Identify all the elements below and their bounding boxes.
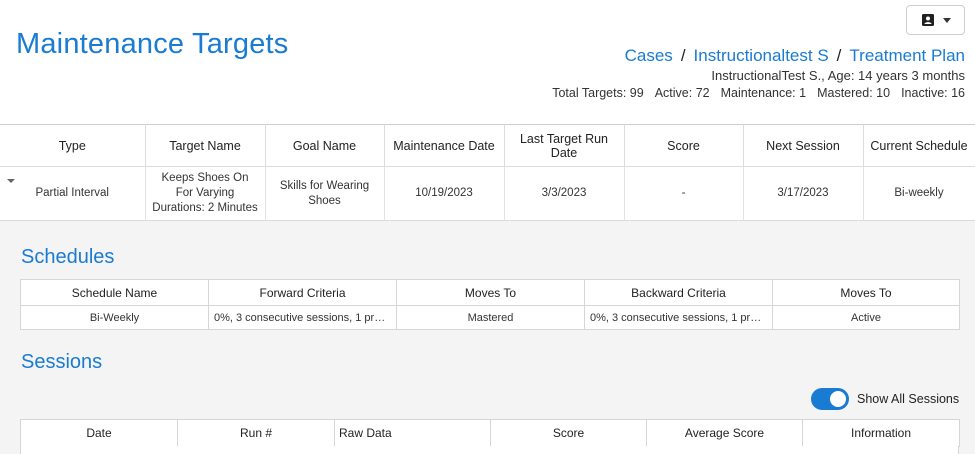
breadcrumb-separator: / [836, 46, 842, 65]
breadcrumb-treatment-plan[interactable]: Treatment Plan [849, 46, 965, 65]
column-header-average-score[interactable]: Average Score [646, 419, 803, 447]
cell-next-session: 3/17/2023 [742, 166, 864, 221]
breadcrumb-separator: / [680, 46, 686, 65]
cell-schedule-name: Bi-Weekly [20, 305, 209, 330]
schedules-table: Schedule Name Forward Criteria Moves To … [20, 279, 960, 330]
cell-target-name: Keeps Shoes On For Varying Durations: 2 … [144, 166, 266, 221]
column-header-score[interactable]: Score [490, 419, 647, 447]
sessions-title: Sessions [21, 351, 103, 373]
cell-forward-moves-to: Mastered [396, 305, 585, 330]
column-header-score[interactable]: Score [623, 124, 744, 167]
column-header-current-schedule[interactable]: Current Schedule [862, 124, 975, 167]
maintenance-targets-table: Type Target Name Goal Name Maintenance D… [0, 124, 975, 221]
stat-maintenance: Maintenance: 1 [720, 86, 807, 100]
breadcrumb-cases[interactable]: Cases [625, 46, 673, 65]
stat-inactive: Inactive: 16 [901, 86, 965, 100]
schedules-title: Schedules [21, 246, 115, 268]
cell-current-schedule: Bi-weekly [862, 166, 975, 221]
id-badge-icon [921, 14, 934, 26]
cell-backward-moves-to: Active [772, 305, 960, 330]
cell-score: - [623, 166, 744, 221]
sessions-table-body [20, 446, 959, 454]
column-header-maintenance-date[interactable]: Maintenance Date [383, 124, 505, 167]
show-all-sessions-toggle[interactable]: Show All Sessions [811, 388, 959, 410]
stat-active: Active: 72 [654, 86, 710, 100]
column-header-backward-criteria: Backward Criteria [584, 279, 773, 306]
breadcrumb-case-name[interactable]: Instructionaltest S [694, 46, 829, 65]
user-menu-button[interactable] [906, 5, 965, 35]
patient-info: InstructionalTest S., Age: 14 years 3 mo… [711, 68, 965, 83]
column-header-last-run-date[interactable]: Last Target Run Date [503, 124, 625, 167]
column-header-schedule-name: Schedule Name [20, 279, 209, 306]
table-row[interactable]: Partial Interval Keeps Shoes On For Vary… [0, 166, 975, 221]
column-header-forward-moves-to: Moves To [396, 279, 585, 306]
toggle-switch[interactable] [811, 388, 849, 410]
column-header-next-session[interactable]: Next Session [742, 124, 864, 167]
row-collapse-caret-icon[interactable] [7, 179, 15, 183]
column-header-raw-data[interactable]: Raw Data [334, 419, 491, 447]
cell-goal-name: Skills for Wearing Shoes [264, 166, 385, 221]
column-header-backward-moves-to: Moves To [772, 279, 960, 306]
column-header-run-number[interactable]: Run # [177, 419, 335, 447]
toggle-knob [830, 391, 846, 407]
column-header-information[interactable]: Information [802, 419, 960, 447]
column-header-forward-criteria: Forward Criteria [208, 279, 397, 306]
stat-total: Total Targets: 99 [552, 86, 644, 100]
page-title: Maintenance Targets [16, 28, 289, 60]
table-row: Bi-Weekly 0%, 3 consecutive sessions, 1 … [20, 305, 960, 330]
cell-type: Partial Interval [0, 166, 146, 221]
cell-maintenance-date: 10/19/2023 [383, 166, 505, 221]
cell-forward-criteria: 0%, 3 consecutive sessions, 1 pro… [208, 305, 397, 330]
column-header-goal-name[interactable]: Goal Name [264, 124, 385, 167]
column-header-type[interactable]: Type [0, 124, 146, 167]
cell-backward-criteria: 0%, 3 consecutive sessions, 1 pro… [584, 305, 773, 330]
cell-last-run-date: 3/3/2023 [503, 166, 625, 221]
toggle-label: Show All Sessions [857, 392, 960, 406]
breadcrumb: Cases / Instructionaltest S / Treatment Plan [625, 46, 965, 66]
column-header-date[interactable]: Date [20, 419, 178, 447]
column-header-target-name[interactable]: Target Name [144, 124, 266, 167]
chevron-down-icon [942, 17, 951, 23]
stat-mastered: Mastered: 10 [817, 86, 891, 100]
sessions-table: Date Run # Raw Data Score Average Score … [20, 419, 960, 447]
target-stats: Total Targets: 99 Active: 72 Maintenance: … [541, 86, 965, 100]
